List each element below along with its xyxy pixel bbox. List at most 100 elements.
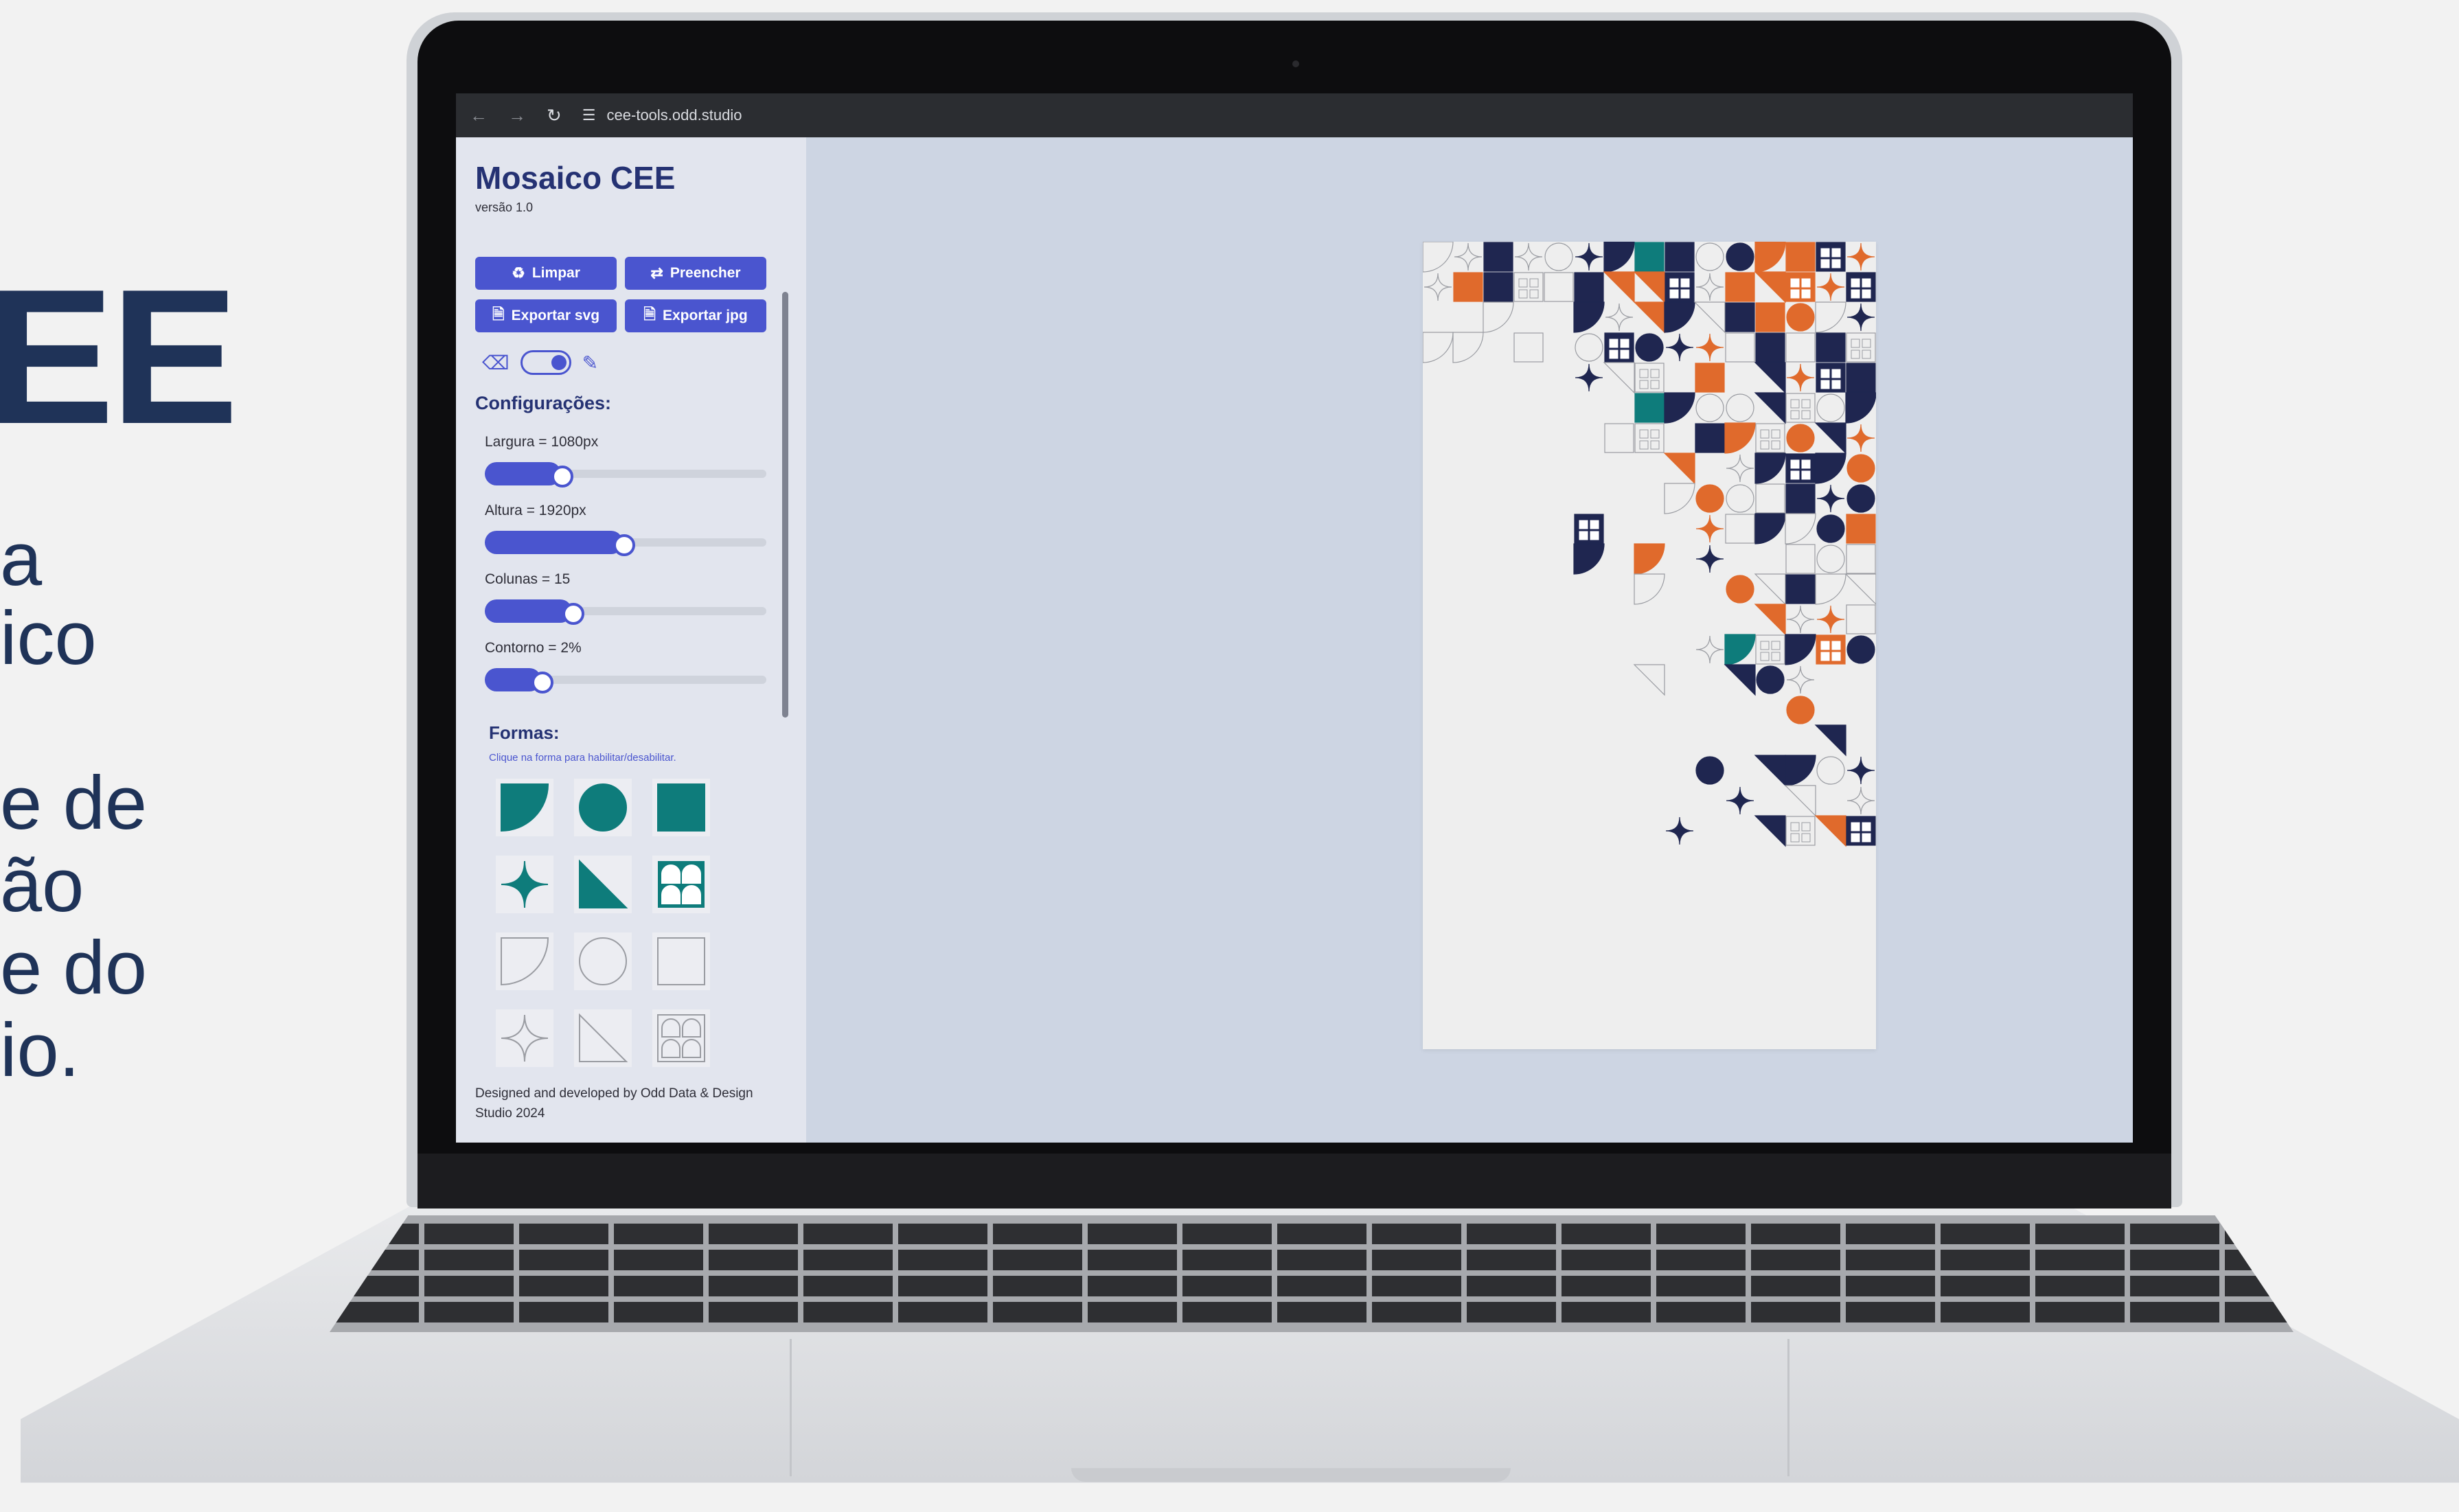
mosaic-star: [1423, 273, 1452, 301]
height-slider[interactable]: [485, 531, 766, 556]
mosaic-circle: [1695, 756, 1724, 785]
mosaic-window: [1831, 248, 1841, 257]
shapes-heading: Formas:: [489, 722, 560, 743]
mosaic-quarter-circle: [1815, 301, 1846, 333]
mosaic-quarter-circle: [1452, 332, 1484, 363]
mosaic-circle: [1726, 242, 1754, 271]
mosaic-window: [1620, 339, 1629, 348]
mosaic-circle: [1816, 514, 1845, 543]
mosaic-window: [1579, 520, 1588, 529]
browser-toolbar: ← → ↻ ☰ cee-tools.odd.studio: [456, 93, 2133, 137]
mosaic-circle: [1786, 424, 1815, 453]
shape-picker: [496, 779, 710, 1067]
shape-windows-outline-toggle[interactable]: [652, 1009, 710, 1067]
mosaic-square: [1846, 816, 1876, 846]
mosaic-circle: [1846, 454, 1875, 483]
mosaic-quarter-circle: [1664, 301, 1695, 333]
mosaic-star: [1695, 333, 1724, 362]
mosaic-star: [1514, 242, 1543, 271]
mosaic-window: [1760, 641, 1770, 650]
mosaic-quarter-circle: [1634, 543, 1665, 575]
address-bar[interactable]: cee-tools.odd.studio: [607, 106, 742, 124]
mosaic-square: [1846, 363, 1876, 393]
mosaic-window: [1801, 470, 1811, 480]
mosaic-square: [1755, 332, 1785, 363]
mosaic-quarter-circle: [1573, 543, 1605, 575]
draw-mode-toggle[interactable]: [520, 350, 571, 375]
mosaic-quarter-circle: [1664, 483, 1695, 514]
mosaic-circle: [1726, 393, 1754, 422]
mosaic-window: [1639, 429, 1649, 439]
export-jpg-button[interactable]: 🗎 Exportar jpg: [625, 299, 766, 332]
shape-quarter-circle-filled-toggle[interactable]: [496, 779, 553, 836]
mosaic-square: [1785, 483, 1816, 514]
mosaic-window: [1760, 652, 1770, 661]
shape-circle-outline-toggle[interactable]: [574, 932, 632, 990]
mosaic-quarter-circle: [1815, 573, 1846, 605]
mosaic-square: [1785, 816, 1816, 846]
mosaic-star: [1846, 756, 1875, 785]
mosaic-square: [1785, 544, 1816, 574]
laptop-keyboard: [330, 1215, 2294, 1332]
mosaic-square: [1755, 483, 1785, 514]
mosaic-square: [1785, 574, 1816, 604]
mosaic-circle: [1786, 303, 1815, 332]
mosaic-window: [1820, 380, 1830, 389]
export-svg-button[interactable]: 🗎 Exportar svg: [475, 299, 617, 332]
mosaic-square: [1483, 272, 1513, 302]
mosaic-quarter-circle: [1754, 453, 1786, 484]
forward-icon[interactable]: →: [508, 105, 526, 126]
outline-slider[interactable]: [485, 668, 766, 694]
mosaic-quarter-circle: [1785, 513, 1816, 545]
hero-line-5: e do: [0, 926, 148, 1010]
reload-icon[interactable]: ↻: [547, 105, 562, 126]
shape-star-filled-toggle[interactable]: [496, 856, 553, 913]
shape-triangle-filled-toggle[interactable]: [574, 856, 632, 913]
fill-button[interactable]: ⇄ Preencher: [625, 257, 766, 290]
mosaic-canvas[interactable]: [1422, 241, 1877, 1049]
mosaic-window: [1518, 289, 1528, 299]
eraser-icon[interactable]: ⌫: [482, 352, 510, 374]
shape-square-filled-toggle[interactable]: [652, 779, 710, 836]
mosaic-circle: [1695, 484, 1724, 513]
hero-line-6: io.: [0, 1008, 80, 1092]
mosaic-window: [1650, 440, 1660, 450]
mosaic-quarter-circle: [1785, 634, 1816, 665]
width-slider[interactable]: [485, 462, 766, 488]
svg-file-icon: 🗎: [492, 306, 505, 323]
mosaic-window: [1831, 369, 1841, 378]
mosaic-triangle: [1754, 755, 1786, 787]
shape-circle-filled-toggle[interactable]: [574, 779, 632, 836]
mosaic-window: [1851, 339, 1860, 348]
mosaic-square: [1665, 272, 1695, 302]
mosaic-square: [1846, 604, 1876, 634]
mosaic-star: [1665, 816, 1694, 845]
mosaic-star: [1695, 545, 1724, 573]
hero-line-3: e de: [0, 761, 148, 845]
mosaic-quarter-circle: [1724, 422, 1756, 454]
mosaic-square: [1695, 363, 1725, 393]
mosaic-window: [1529, 289, 1539, 299]
shape-quarter-circle-outline-toggle[interactable]: [496, 932, 553, 990]
shape-triangle-outline-toggle[interactable]: [574, 1009, 632, 1067]
shape-windows-filled-toggle[interactable]: [652, 856, 710, 913]
columns-slider[interactable]: [485, 599, 766, 625]
shape-star-outline-toggle[interactable]: [496, 1009, 553, 1067]
mosaic-window: [1620, 350, 1629, 359]
mosaic-star: [1726, 786, 1754, 815]
mosaic-triangle: [1633, 664, 1665, 696]
mosaic-circle: [1544, 242, 1573, 271]
clear-button[interactable]: ♻ Limpar: [475, 257, 617, 290]
fill-button-label: Preencher: [670, 265, 741, 281]
site-settings-icon[interactable]: ☰: [582, 106, 596, 124]
mosaic-window: [1801, 833, 1811, 843]
back-icon[interactable]: ←: [470, 105, 488, 126]
mosaic-window: [1851, 289, 1860, 299]
mosaic-square: [1846, 272, 1876, 302]
mosaic-circle: [1816, 756, 1845, 785]
shape-square-outline-toggle[interactable]: [652, 932, 710, 990]
sidebar-scrollbar[interactable]: [782, 292, 788, 718]
mosaic-star: [1605, 303, 1634, 332]
broom-icon: ♻: [512, 264, 525, 282]
pencil-icon[interactable]: ✎: [582, 352, 598, 374]
